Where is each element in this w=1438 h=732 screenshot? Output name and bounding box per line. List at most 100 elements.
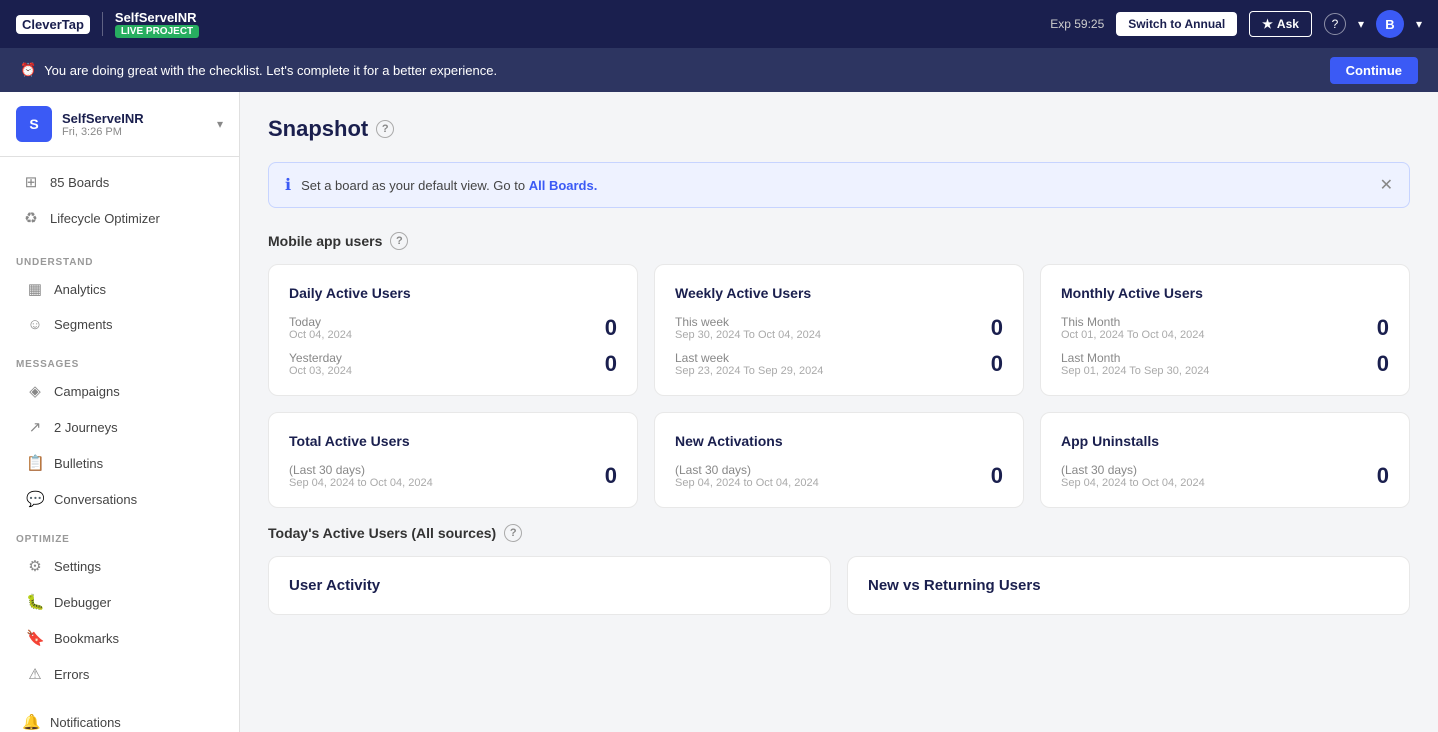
banner-icon: ⏰ [20, 62, 36, 78]
nav-divider [102, 12, 103, 36]
logo: CleverTap [16, 15, 90, 34]
chevron-down-icon[interactable]: ▾ [1358, 17, 1364, 31]
sidebar-item-debugger[interactable]: 🐛 Debugger [16, 585, 223, 619]
banner-text: ⏰ You are doing great with the checklist… [20, 62, 497, 78]
row-date: Sep 04, 2024 to Oct 04, 2024 [289, 477, 433, 489]
card-mau: Monthly Active Users This Month Oct 01, … [1040, 264, 1410, 396]
todays-active-help-icon[interactable]: ? [504, 524, 522, 542]
row-label: Last Month [1061, 351, 1209, 365]
card-title: New vs Returning Users [868, 577, 1389, 594]
debugger-icon: 🐛 [26, 593, 44, 611]
switch-to-annual-button[interactable]: Switch to Annual [1116, 12, 1237, 36]
sidebar-item-label: Conversations [54, 492, 137, 507]
todays-active-text: Today's Active Users (All sources) [268, 525, 496, 541]
profile-name: SelfServeINR [62, 111, 144, 126]
sidebar-item-label: Settings [54, 559, 101, 574]
sidebar-main-nav: ⊞ 85 Boards ♻ Lifecycle Optimizer [0, 157, 239, 245]
row-label: This Month [1061, 315, 1205, 329]
sidebar-item-label: Bulletins [54, 456, 103, 471]
sidebar: S SelfServeINR Fri, 3:26 PM ▾ ⊞ 85 Board… [0, 92, 240, 732]
card-title: Weekly Active Users [675, 285, 1003, 301]
card-title: User Activity [289, 577, 810, 594]
continue-button[interactable]: Continue [1330, 57, 1418, 84]
row-date: Sep 04, 2024 to Oct 04, 2024 [675, 477, 819, 489]
card-row-lastmonth: Last Month Sep 01, 2024 To Sep 30, 2024 … [1061, 351, 1389, 377]
sidebar-item-campaigns[interactable]: ◈ Campaigns [16, 374, 223, 408]
sidebar-item-boards[interactable]: ⊞ 85 Boards [12, 165, 227, 199]
card-title: App Uninstalls [1061, 433, 1389, 449]
project-name: SelfServeINR [115, 10, 199, 25]
card-title: Total Active Users [289, 433, 617, 449]
topnav-left: CleverTap SelfServeINR LIVE PROJECT [16, 10, 199, 38]
sidebar-item-settings[interactable]: ⚙ Settings [16, 549, 223, 583]
row-subtitle: (Last 30 days) [289, 463, 433, 477]
card-title: Monthly Active Users [1061, 285, 1389, 301]
sidebar-item-errors[interactable]: ⚠ Errors [16, 657, 223, 691]
row-value: 0 [605, 315, 617, 341]
ask-button[interactable]: ★ Ask [1249, 11, 1312, 37]
card-row-thismonth: This Month Oct 01, 2024 To Oct 04, 2024 … [1061, 315, 1389, 341]
profile-chevron-icon[interactable]: ▾ [217, 117, 223, 131]
sidebar-item-label: Notifications [50, 715, 121, 730]
todays-active-label: Today's Active Users (All sources) ? [268, 524, 1410, 542]
avatar[interactable]: B [1376, 10, 1404, 38]
bookmarks-icon: 🔖 [26, 629, 44, 647]
section-label-messages: MESSAGES [16, 359, 223, 370]
sidebar-item-conversations[interactable]: 💬 Conversations [16, 482, 223, 516]
row-subtitle: (Last 30 days) [675, 463, 819, 477]
card-row-thisweek: This week Sep 30, 2024 To Oct 04, 2024 0 [675, 315, 1003, 341]
card-uninstalls: App Uninstalls (Last 30 days) Sep 04, 20… [1040, 412, 1410, 508]
sidebar-item-lifecycle[interactable]: ♻ Lifecycle Optimizer [12, 201, 227, 235]
sidebar-item-label: Lifecycle Optimizer [50, 211, 160, 226]
sidebar-item-segments[interactable]: ☺ Segments [16, 308, 223, 341]
row-value: 0 [605, 463, 617, 489]
row-value: 0 [1377, 463, 1389, 489]
help-icon[interactable]: ? [1324, 13, 1346, 35]
card-new-vs-returning: New vs Returning Users [847, 556, 1410, 615]
active-users-cards: Daily Active Users Today Oct 04, 2024 0 … [268, 264, 1410, 396]
avatar: S [16, 106, 52, 142]
analytics-icon: ▦ [26, 280, 44, 298]
ask-star-icon: ★ [1262, 17, 1273, 31]
bulletins-icon: 📋 [26, 454, 44, 472]
sidebar-profile[interactable]: S SelfServeINR Fri, 3:26 PM ▾ [0, 92, 239, 157]
logo-icon: CleverTap [16, 15, 90, 34]
card-title: New Activations [675, 433, 1003, 449]
page-title-help-icon[interactable]: ? [376, 120, 394, 138]
sidebar-item-analytics[interactable]: ▦ Analytics [16, 272, 223, 306]
sidebar-item-label: Debugger [54, 595, 111, 610]
sidebar-item-label: Bookmarks [54, 631, 119, 646]
card-total-active: Total Active Users (Last 30 days) Sep 04… [268, 412, 638, 508]
segments-icon: ☺ [26, 316, 44, 333]
row-value: 0 [991, 351, 1003, 377]
boards-icon: ⊞ [22, 173, 40, 191]
sidebar-item-label: Analytics [54, 282, 106, 297]
mobile-users-label: Mobile app users ? [268, 232, 1410, 250]
project-badge: LIVE PROJECT [115, 25, 199, 38]
summary-cards: Total Active Users (Last 30 days) Sep 04… [268, 412, 1410, 508]
all-boards-link[interactable]: All Boards. [529, 178, 598, 193]
mobile-users-help-icon[interactable]: ? [390, 232, 408, 250]
row-subtitle: (Last 30 days) [1061, 463, 1205, 477]
row-date: Oct 04, 2024 [289, 329, 352, 341]
sidebar-item-bookmarks[interactable]: 🔖 Bookmarks [16, 621, 223, 655]
info-banner-text: Set a board as your default view. Go to … [301, 178, 1370, 193]
sidebar-item-notifications[interactable]: 🔔 Notifications [12, 705, 227, 732]
row-label: This week [675, 315, 821, 329]
card-title: Daily Active Users [289, 285, 617, 301]
avatar-chevron-icon[interactable]: ▾ [1416, 17, 1422, 31]
mobile-users-text: Mobile app users [268, 233, 382, 249]
settings-icon: ⚙ [26, 557, 44, 575]
sidebar-item-bulletins[interactable]: 📋 Bulletins [16, 446, 223, 480]
card-user-activity: User Activity [268, 556, 831, 615]
card-row-lastweek: Last week Sep 23, 2024 To Sep 29, 2024 0 [675, 351, 1003, 377]
sidebar-item-label: Errors [54, 667, 89, 682]
profile-details: SelfServeINR Fri, 3:26 PM [62, 111, 144, 138]
checklist-banner: ⏰ You are doing great with the checklist… [0, 48, 1438, 92]
row-value: 0 [1377, 351, 1389, 377]
lifecycle-icon: ♻ [22, 209, 40, 227]
close-icon[interactable]: ✕ [1380, 175, 1393, 195]
understand-section: UNDERSTAND ▦ Analytics ☺ Segments [0, 245, 239, 347]
expiry-timer: Exp 59:25 [1050, 17, 1104, 31]
sidebar-item-journeys[interactable]: ↗ 2 Journeys [16, 410, 223, 444]
